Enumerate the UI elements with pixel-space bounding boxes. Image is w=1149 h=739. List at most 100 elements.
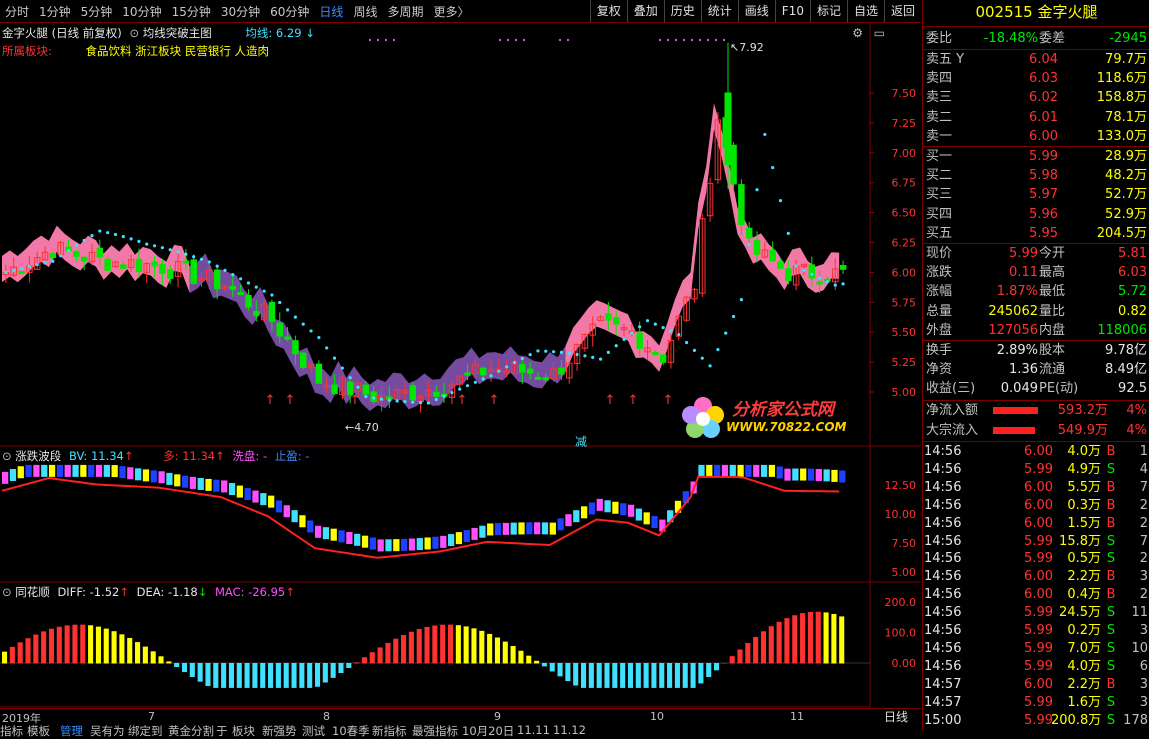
period-tab[interactable]: 5分钟 <box>76 3 118 20</box>
tick-count: 7 <box>1139 479 1148 495</box>
tick-time: 14:56 <box>924 640 962 656</box>
stat-label: 流通 <box>1039 362 1066 378</box>
macd-bar <box>88 625 94 664</box>
tick-row: 14:57 5.99 1.6万 S 3 <box>923 694 1149 712</box>
stat-label: 换手 <box>926 343 953 358</box>
pane3-dropdown-icon[interactable]: ⊙ <box>2 585 12 599</box>
y-tick-label: 100.0 <box>885 627 917 640</box>
indicator-dropdown-icon[interactable]: ⊙ <box>129 26 139 40</box>
macd-bar <box>17 642 23 664</box>
signal-dot <box>567 39 569 41</box>
indicator-name[interactable]: 均线突破主图 <box>143 26 212 40</box>
toolbar-button[interactable]: 复权 <box>589 0 627 22</box>
bottom-tab[interactable]: 于 <box>216 723 228 739</box>
bottom-tab[interactable]: 新强势 <box>262 723 297 739</box>
toolbar-button[interactable]: 统计 <box>700 0 738 22</box>
stat-value: 92.5 <box>1118 381 1147 397</box>
order-volume: 204.5万 <box>1096 225 1147 241</box>
ma-dot <box>708 364 712 368</box>
order-label: 买二 <box>926 168 953 184</box>
order-price: 6.04 <box>1029 52 1058 67</box>
wave-bar <box>322 527 330 540</box>
tick-side: B <box>1106 515 1116 531</box>
macd-bar <box>346 663 352 668</box>
bottom-tab[interactable]: 11.11 <box>517 723 550 737</box>
toolbar-button[interactable]: 画线 <box>737 0 775 22</box>
toolbar-button[interactable]: 叠加 <box>626 0 664 22</box>
period-tab[interactable]: 更多〉 <box>428 3 474 20</box>
pane-zoom-icon[interactable]: ▭ <box>874 26 885 40</box>
bottom-tab[interactable]: 指标 <box>0 723 23 739</box>
ma-dot <box>387 398 391 402</box>
macd-bar <box>369 652 375 664</box>
pane2-name[interactable]: 涨跌波段 <box>15 449 61 463</box>
bottom-tab[interactable]: 管理 <box>60 723 83 739</box>
candle-body <box>253 311 260 316</box>
bottom-tab[interactable]: 10春季 <box>332 723 370 739</box>
kline-chart-svg[interactable]: 7.50 7.25 7.00 6.75 6.50 6.25 6.00 5.75 5.50 5.25… <box>0 23 921 708</box>
period-tab[interactable]: 多周期 <box>382 3 428 20</box>
tick-time: 14:56 <box>924 605 962 621</box>
candle-body <box>190 259 197 285</box>
ma-dot <box>19 266 24 271</box>
candle-body <box>268 301 276 322</box>
x-axis-label: 11 <box>790 710 804 723</box>
bottom-tab[interactable]: 黄金分割 <box>168 723 214 739</box>
ma-dot <box>176 250 180 254</box>
toolbar-button[interactable]: 标记 <box>809 0 847 22</box>
wave-bar <box>236 485 243 498</box>
period-tab[interactable]: 10分钟 <box>117 3 166 20</box>
bottom-tab[interactable]: 11.12 <box>553 723 586 737</box>
bottom-tab[interactable]: 10月20日 <box>462 723 514 739</box>
wave-bar <box>800 468 807 481</box>
ma-dot <box>215 264 219 268</box>
tick-count: 3 <box>1139 623 1148 638</box>
bottom-tab[interactable]: 模板 <box>27 723 50 739</box>
bottom-tab[interactable]: 新指标 <box>372 723 407 739</box>
pane3-name[interactable]: 同花顺 <box>15 585 50 599</box>
wave-bar <box>729 464 736 477</box>
tick-row: 14:56 5.99 15.8万 S 7 <box>923 533 1149 551</box>
period-tab[interactable]: 日线 <box>314 3 348 20</box>
pane-settings-icon[interactable]: ⚙ <box>852 26 863 40</box>
signal-dot <box>507 39 509 41</box>
toolbar-button[interactable]: 历史 <box>663 0 701 22</box>
period-tab[interactable]: 1分钟 <box>34 3 76 20</box>
bottom-tab[interactable]: 绑定到 <box>128 723 163 739</box>
toolbar-button[interactable]: 自选 <box>846 0 884 22</box>
macd-bar <box>72 624 78 664</box>
order-label: 卖五 Y <box>926 52 965 67</box>
sell-row: 卖五 Y 6.04 79.7万 <box>923 50 1149 69</box>
toolbar-button[interactable]: 返回 <box>883 0 921 22</box>
sell-row: 卖三 6.02 158.8万 <box>923 88 1149 107</box>
period-tab[interactable]: 分时 <box>0 3 34 20</box>
macd-bar <box>526 655 532 664</box>
tick-side: S <box>1106 712 1116 728</box>
tick-time: 14:56 <box>924 479 962 495</box>
period-tab[interactable]: 60分钟 <box>265 3 314 20</box>
toolbar-button[interactable]: F10 <box>774 0 810 22</box>
bottom-tab[interactable]: 最强指标 <box>412 723 458 739</box>
tick-side: B <box>1106 444 1116 459</box>
ribbon-band <box>189 253 566 411</box>
tick-side: S <box>1106 640 1116 656</box>
wave-bar <box>338 530 345 543</box>
candle-body <box>315 363 323 384</box>
tick-time: 14:56 <box>924 569 962 585</box>
bottom-period-label[interactable]: 日线 <box>884 708 908 725</box>
macd-bar <box>487 633 493 664</box>
order-label: 卖二 <box>926 109 953 125</box>
period-tab[interactable]: 周线 <box>348 3 382 20</box>
macd-bar <box>753 636 759 664</box>
bottom-tab[interactable]: 板块 <box>232 723 255 739</box>
bottom-tab[interactable]: 测试 <box>302 723 325 739</box>
ma-dot <box>278 300 282 305</box>
period-tab[interactable]: 30分钟 <box>216 3 265 20</box>
bottom-tab[interactable]: 吴有为 <box>90 723 125 739</box>
pane2-dropdown-icon[interactable]: ⊙ <box>2 449 12 463</box>
macd-bar <box>275 663 281 688</box>
period-tab[interactable]: 15分钟 <box>167 3 216 20</box>
macd-bar <box>447 624 454 664</box>
buy-arrow-icon: ↑ <box>457 393 468 408</box>
up-arrow-icon: ↑ <box>285 585 295 599</box>
